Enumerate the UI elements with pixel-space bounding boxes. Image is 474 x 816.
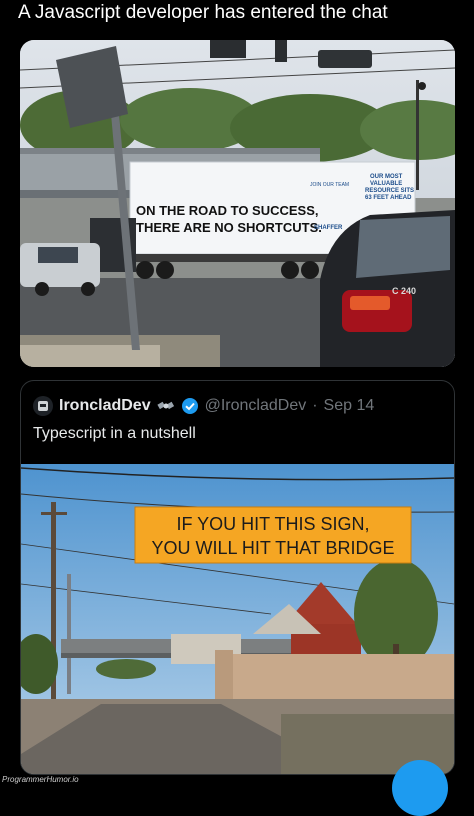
author-name[interactable]: IroncladDev	[59, 397, 151, 415]
truck-small-text: RESOURCE SITS	[365, 188, 414, 194]
car-model-badge: C 240	[392, 286, 416, 296]
compose-button[interactable]	[392, 760, 448, 816]
truck-logo-text: SHAFFER	[314, 225, 343, 231]
sign-text-line1: IF YOU HIT THIS SIGN,	[176, 514, 369, 534]
truck-slogan-line1: ON THE ROAD TO SUCCESS,	[136, 203, 319, 218]
truck-small-text: VALUABLE	[370, 181, 402, 187]
verified-badge-icon	[181, 398, 198, 414]
truck-slogan-line2: THERE ARE NO SHORTCUTS.	[136, 220, 322, 235]
quoted-tweet[interactable]: IroncladDev @IroncladDev · Sep 14 Typesc…	[20, 380, 455, 775]
separator-dot: ·	[312, 397, 318, 414]
quoted-tweet-text: Typescript in a nutshell	[33, 425, 196, 442]
avatar[interactable]	[33, 396, 53, 416]
bridge-sign-illustration: IF YOU HIT THIS SIGN, YOU WILL HIT THAT …	[21, 464, 454, 774]
author-handle[interactable]: @IroncladDev	[205, 397, 307, 415]
truck-bridge-illustration: ON THE ROAD TO SUCCESS, THERE ARE NO SHO…	[20, 40, 455, 367]
sign-text-line2: YOU WILL HIT THAT BRIDGE	[151, 538, 394, 558]
post-date[interactable]: Sep 14	[324, 397, 375, 415]
truck-small-text: OUR MOST	[370, 174, 403, 180]
watermark: ProgrammerHumor.io	[2, 775, 79, 784]
satellite-icon	[156, 401, 174, 410]
quoted-tweet-image-bridge-sign[interactable]: IF YOU HIT THIS SIGN, YOU WILL HIT THAT …	[21, 464, 454, 774]
avatar-helmet-icon	[38, 401, 48, 411]
truck-small-text: 63 FEET AHEAD	[365, 195, 412, 201]
post-caption: A Javascript developer has entered the c…	[18, 2, 388, 23]
post-image-truck-bridge[interactable]: ON THE ROAD TO SUCCESS, THERE ARE NO SHO…	[20, 40, 455, 367]
quoted-tweet-header: IroncladDev @IroncladDev · Sep 14	[33, 395, 374, 417]
truck-small-text: JOIN OUR TEAM	[310, 182, 349, 188]
